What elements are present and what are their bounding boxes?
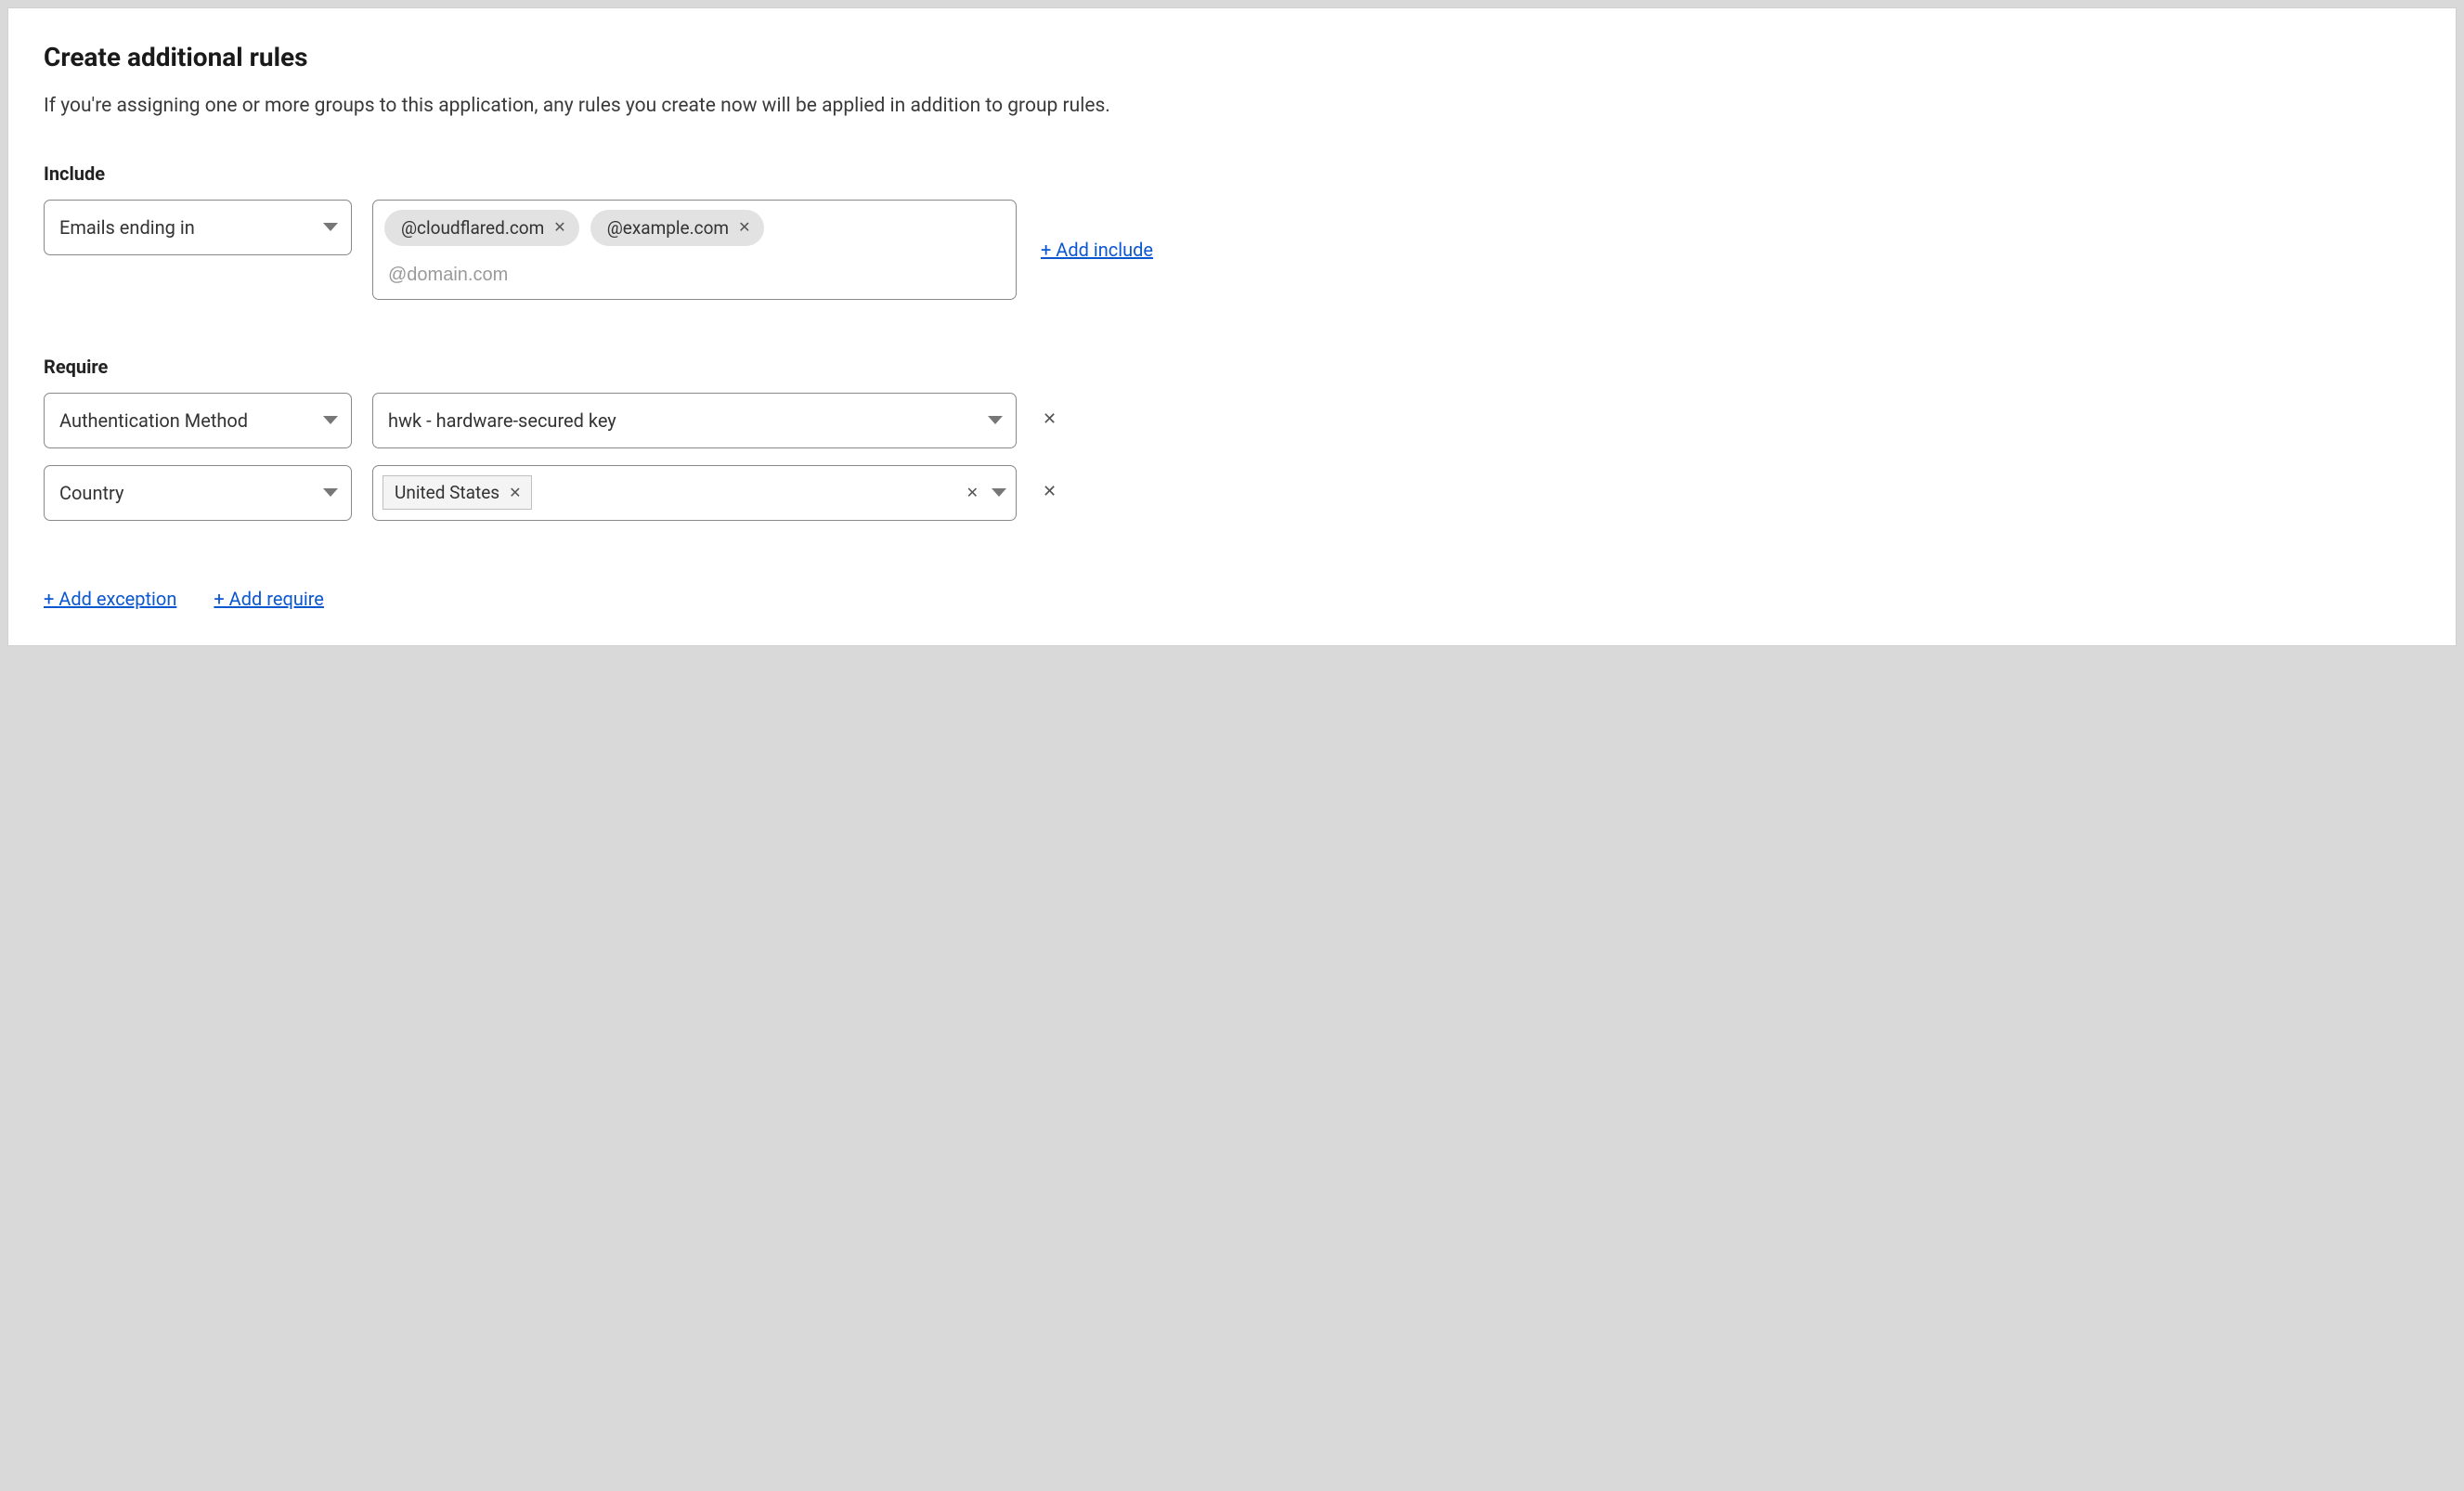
country-multiselect[interactable]: United States ✕ ✕ xyxy=(372,465,1017,521)
add-exception-link[interactable]: + Add exception xyxy=(44,588,176,610)
require-rule-row: Country United States ✕ ✕ ✕ xyxy=(44,465,2420,521)
include-selector-value: Emails ending in xyxy=(59,216,195,239)
chevron-down-icon xyxy=(988,416,1003,424)
page-description: If you're assigning one or more groups t… xyxy=(44,91,1251,122)
chevron-down-icon xyxy=(323,488,338,497)
chevron-down-icon xyxy=(323,223,338,231)
chip-remove-icon[interactable]: ✕ xyxy=(509,486,521,500)
require-value-text: hwk - hardware-secured key xyxy=(388,409,616,432)
create-rules-panel: Create additional rules If you're assign… xyxy=(7,7,2457,646)
footer-links: + Add exception + Add require xyxy=(44,588,2420,610)
remove-rule-icon[interactable]: ✕ xyxy=(1037,465,1062,500)
chip-remove-icon[interactable]: ✕ xyxy=(553,220,565,235)
include-section: Include Emails ending in @cloudflared.co… xyxy=(44,162,2420,300)
chevron-down-icon xyxy=(323,416,338,424)
chevron-down-icon xyxy=(992,488,1006,497)
country-chip: United States ✕ xyxy=(383,475,532,510)
email-domain-chip: @cloudflared.com ✕ xyxy=(384,210,579,246)
require-selector-value: Country xyxy=(59,482,123,504)
clear-all-icon[interactable]: ✕ xyxy=(961,484,984,501)
page-title: Create additional rules xyxy=(44,42,2420,72)
include-selector-dropdown[interactable]: Emails ending in xyxy=(44,200,352,255)
require-selector-value: Authentication Method xyxy=(59,409,248,432)
include-label: Include xyxy=(44,162,2420,185)
include-tag-text-input[interactable] xyxy=(384,253,1005,293)
chip-remove-icon[interactable]: ✕ xyxy=(738,220,750,235)
email-domain-chip: @example.com ✕ xyxy=(590,210,764,246)
require-section: Require Authentication Method hwk - hard… xyxy=(44,356,2420,521)
require-label: Require xyxy=(44,356,2420,378)
require-selector-dropdown[interactable]: Authentication Method xyxy=(44,393,352,448)
include-rule-row: Emails ending in @cloudflared.com ✕ @exa… xyxy=(44,200,2420,300)
add-require-link[interactable]: + Add require xyxy=(214,588,324,610)
include-tags-input[interactable]: @cloudflared.com ✕ @example.com ✕ xyxy=(372,200,1017,300)
add-include-link[interactable]: + Add include xyxy=(1041,239,1153,261)
require-selector-dropdown[interactable]: Country xyxy=(44,465,352,521)
require-value-dropdown[interactable]: hwk - hardware-secured key xyxy=(372,393,1017,448)
remove-rule-icon[interactable]: ✕ xyxy=(1037,393,1062,428)
chip-label: @cloudflared.com xyxy=(401,217,544,239)
require-rule-row: Authentication Method hwk - hardware-sec… xyxy=(44,393,2420,448)
add-include-wrapper: + Add include xyxy=(1041,222,1153,278)
chip-label: United States xyxy=(395,482,499,503)
chip-label: @example.com xyxy=(607,217,729,239)
